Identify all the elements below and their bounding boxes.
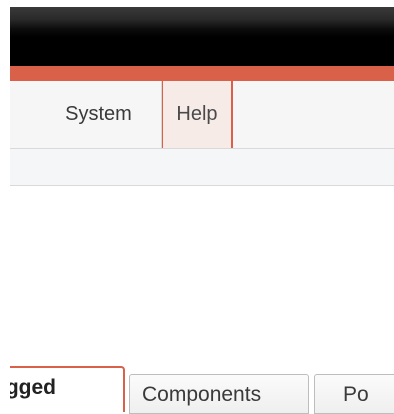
menubar: System Help <box>10 81 394 149</box>
content-area <box>10 186 394 366</box>
window-top-edge <box>0 0 394 7</box>
menu-item-system[interactable]: System <box>10 81 161 148</box>
tab-po[interactable]: Po <box>314 374 394 414</box>
window-titlebar <box>10 7 394 66</box>
tab-components[interactable]: Components <box>129 374 309 414</box>
accent-bar <box>10 66 394 82</box>
menu-item-help[interactable]: Help <box>162 81 233 148</box>
toolbar-strip <box>10 149 394 186</box>
tab-logged[interactable]: ıgged <box>10 366 125 412</box>
